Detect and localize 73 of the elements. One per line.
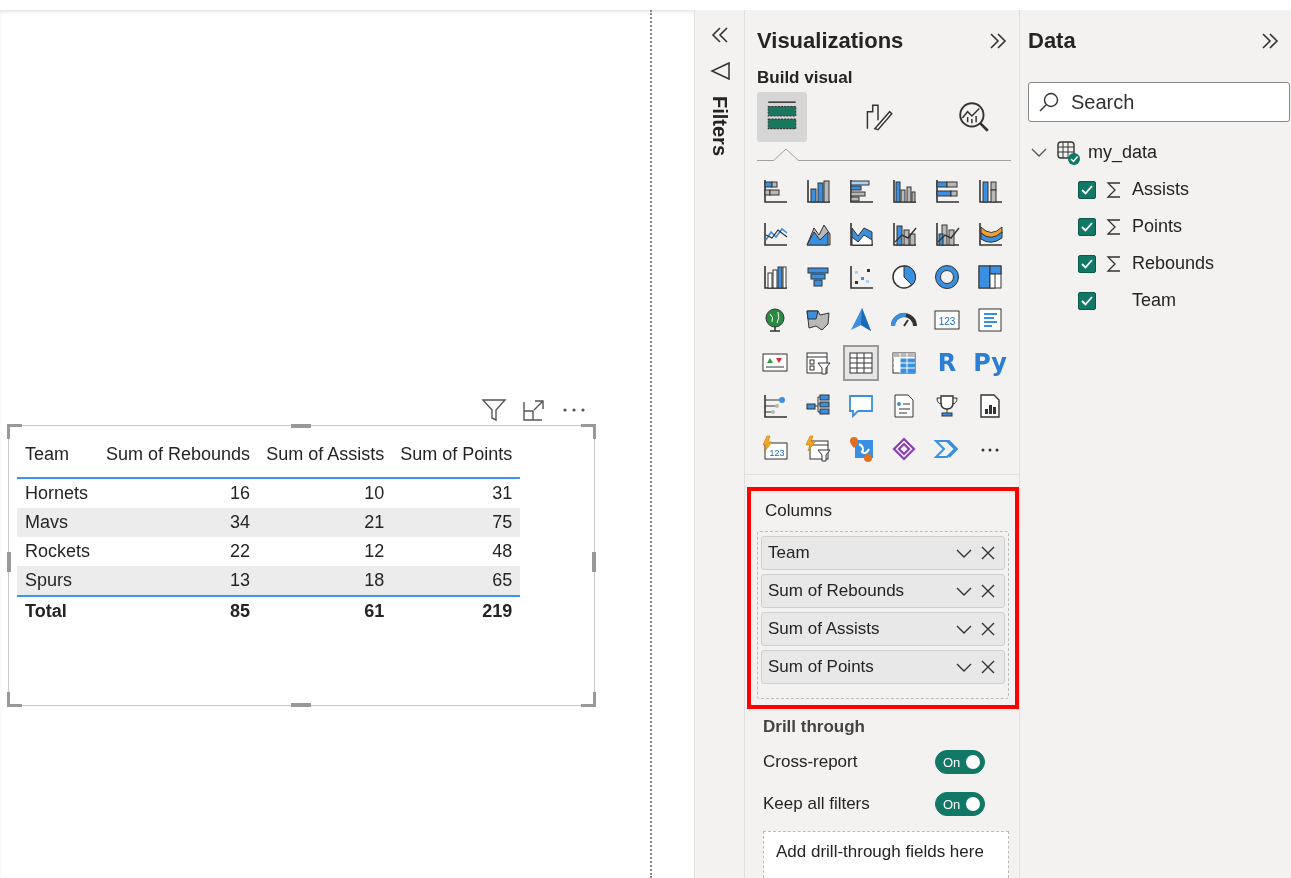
resize-handle[interactable] (7, 424, 22, 439)
checkbox[interactable] (1078, 180, 1096, 199)
resize-handle[interactable] (581, 692, 596, 707)
table-cell: 75 (392, 508, 521, 537)
field-name[interactable]: Rebounds (1132, 253, 1215, 274)
field-pill[interactable]: Sum of Points (761, 650, 1005, 684)
resize-handle[interactable] (7, 692, 22, 707)
search-field[interactable]: Search (1028, 82, 1290, 122)
toggle-switch[interactable]: On (935, 750, 985, 774)
table-cell: 10 (258, 478, 393, 508)
resize-handle[interactable] (291, 703, 311, 707)
well-title: Columns (764, 500, 834, 522)
drop-zone[interactable]: Add drill-through fields here (763, 831, 1009, 878)
column-header[interactable]: Sum of Assists (258, 434, 393, 478)
table-cell: 13 (98, 566, 259, 596)
total-cell: 85 (98, 596, 259, 626)
table-cell: Spurs (17, 566, 99, 596)
table-cell: 16 (98, 478, 259, 508)
resize-handle[interactable] (7, 552, 11, 572)
filters-label[interactable]: Filters (708, 96, 731, 157)
field-name: Sum of Assists (768, 619, 881, 639)
table-icon (1056, 139, 1082, 166)
section-title: Build visual (757, 68, 854, 88)
resize-handle[interactable] (291, 424, 311, 428)
table-cell: 48 (392, 537, 521, 566)
section-title: Drill through (763, 717, 865, 737)
table-item[interactable]: my_data (1028, 134, 1291, 171)
column-header[interactable]: Team (17, 434, 99, 478)
filter-icon[interactable] (481, 397, 507, 423)
table-cell: 22 (98, 537, 259, 566)
table-visual[interactable]: Team Sum of Rebounds Sum of Assists Sum of Points Hornets 16 10 31 Mavs 34 21 75 Rockets 22 12 48 Spurs 13 18 65 Total 85 61 219 (8, 425, 595, 706)
table-cell: 34 (98, 508, 259, 537)
toggle-label: Keep all filters (763, 794, 870, 814)
table-icon[interactable] (843, 345, 879, 381)
table-cell: 18 (258, 566, 393, 596)
resize-handle[interactable] (592, 552, 596, 572)
sigma-icon (1106, 254, 1122, 273)
table-cell: 31 (392, 478, 521, 508)
field-pill[interactable]: Sum of Rebounds (761, 574, 1005, 608)
pane-title: Visualizations (757, 28, 904, 54)
checkbox[interactable] (1078, 291, 1096, 310)
field-name[interactable]: Assists (1132, 179, 1189, 200)
table-cell: 21 (258, 508, 393, 537)
fields-icon[interactable] (757, 92, 807, 142)
table-cell: Mavs (17, 508, 99, 537)
table-name: my_data (1088, 142, 1158, 163)
table-cell: 12 (258, 537, 393, 566)
toggle-switch[interactable]: On (935, 792, 985, 816)
total-cell: 219 (392, 596, 521, 626)
column-header[interactable]: Sum of Rebounds (98, 434, 259, 478)
checkbox[interactable] (1078, 254, 1096, 273)
table-cell: Hornets (17, 478, 99, 508)
field-pill[interactable]: Team (761, 536, 1005, 570)
sigma-icon (1106, 217, 1122, 236)
resize-handle[interactable] (581, 424, 596, 439)
sigma-icon (1106, 180, 1122, 199)
search-icon (1038, 91, 1060, 113)
field-name[interactable]: Team (1132, 290, 1176, 311)
filter-icon[interactable] (708, 60, 731, 82)
focus-mode-icon[interactable] (521, 397, 547, 423)
field-name: Team (768, 543, 811, 563)
pane-title: Data (1028, 28, 1076, 54)
field-pill[interactable]: Sum of Assists (761, 612, 1005, 646)
total-cell: Total (17, 596, 99, 626)
toggle-label: Cross-report (763, 752, 858, 772)
table-cell: Rockets (17, 537, 99, 566)
field-name: Sum of Points (768, 657, 875, 677)
checkbox[interactable] (1078, 217, 1096, 236)
column-header[interactable]: Sum of Points (392, 434, 521, 478)
total-cell: 61 (258, 596, 393, 626)
field-name: Sum of Rebounds (768, 581, 906, 601)
field-name[interactable]: Points (1132, 216, 1183, 237)
table-cell: 65 (392, 566, 521, 596)
